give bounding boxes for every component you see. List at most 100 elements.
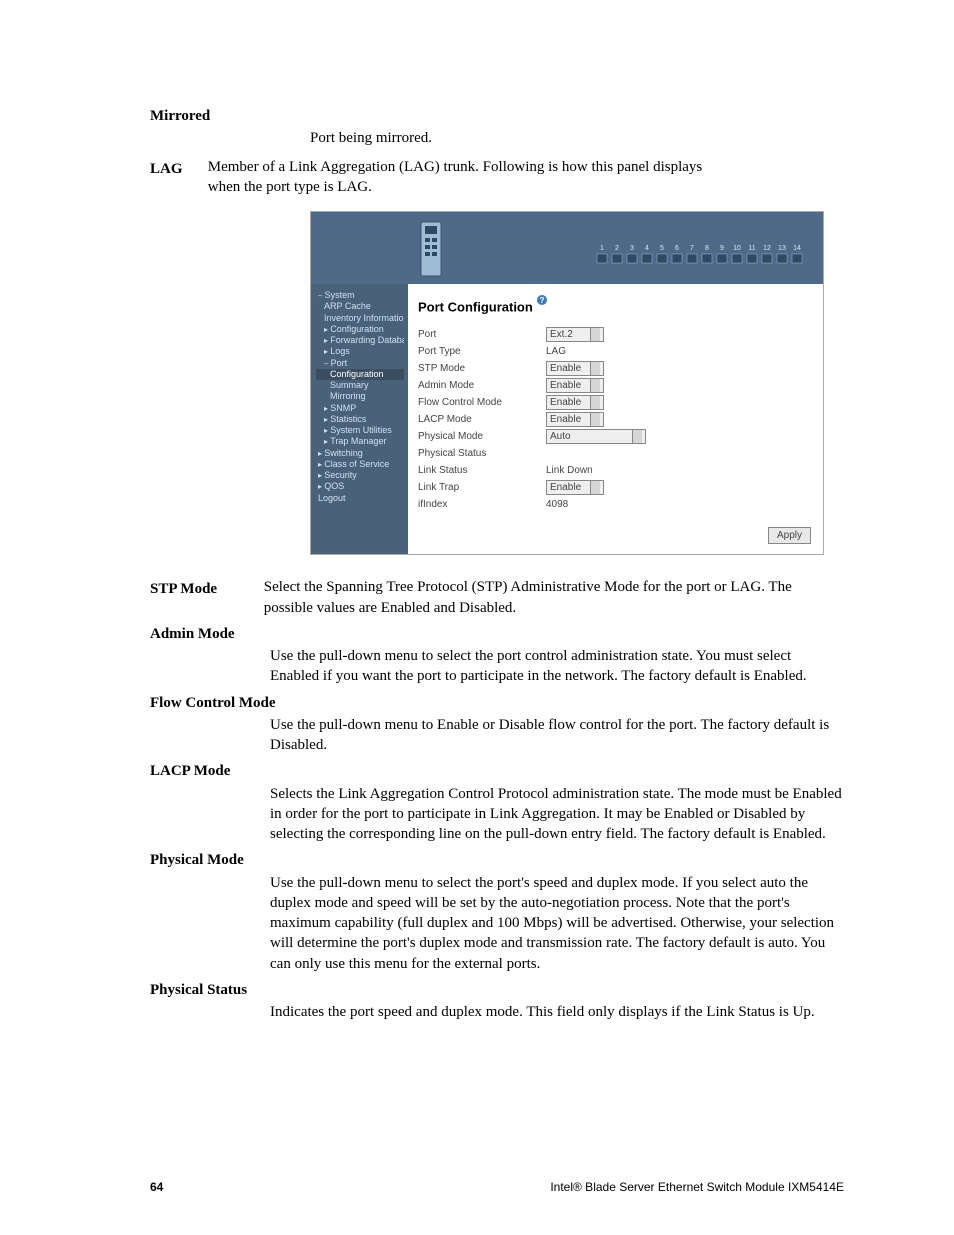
term-flowcontrol-desc: Use the pull-down menu to Enable or Disa… [270,715,844,756]
term-physicalstatus-desc: Indicates the port speed and duplex mode… [270,1002,844,1022]
sidebar-item[interactable]: Port [316,358,404,369]
port-number-label: 5 [660,245,664,252]
port-number-label: 9 [720,245,724,252]
port-slot-icon [762,254,772,263]
term-stpmode-desc: Select the Spanning Tree Protocol (STP) … [264,577,824,618]
page-footer: 64 Intel® Blade Server Ethernet Switch M… [150,1179,844,1195]
port-slot-icon [702,254,712,263]
physical_mode-select[interactable]: Auto [546,429,646,444]
admin_mode-select[interactable]: Enable [546,378,604,393]
sidebar-item[interactable]: Class of Service [316,459,404,470]
port-number-label: 14 [793,245,801,252]
term-lag-desc: Member of a Link Aggregation (LAG) trunk… [208,157,718,198]
field-label: LACP Mode [418,413,546,427]
form-row: Physical Status [418,445,811,462]
port-number-label: 4 [645,245,649,252]
port-slot-icon [612,254,622,263]
port-slot-icon [657,254,667,263]
switch-module-icon [419,220,443,278]
sidebar-item[interactable]: Forwarding Database [316,335,404,346]
port-configuration-screenshot: 1234567891011121314 SystemARP CacheInven… [310,211,824,555]
port-number-label: 11 [748,245,755,252]
field-label: ifIndex [418,498,546,512]
field-label: Link Status [418,464,546,478]
content-panel: Port Configuration ? PortExt.2Port TypeL… [408,284,823,554]
stp_mode-select[interactable]: Enable [546,361,604,376]
sidebar-item[interactable]: Logs [316,346,404,357]
sidebar-item[interactable]: ARP Cache [316,301,404,312]
port-slot-icon [747,254,757,263]
help-icon[interactable]: ? [536,294,548,306]
term-adminmode-label: Admin Mode [150,624,844,644]
sidebar-item[interactable]: Configuration [316,324,404,335]
port-number-label: 12 [763,245,771,252]
ifindex-value: 4098 [546,498,676,512]
form-row: PortExt.2 [418,326,811,343]
port-number-label: 8 [705,245,709,252]
field-label: Flow Control Mode [418,396,546,410]
sidebar-item[interactable]: Logout [316,493,404,504]
term-mirrored-label: Mirrored [150,106,844,126]
form-row: Admin ModeEnable [418,377,811,394]
term-mirrored-desc: Port being mirrored. [310,128,844,148]
term-physicalmode-label: Physical Mode [150,850,844,870]
term-stpmode-label: STP Mode [150,579,250,599]
form-row: Link StatusLink Down [418,462,811,479]
sidebar-item[interactable]: SNMP [316,403,404,414]
port-select[interactable]: Ext.2 [546,327,604,342]
sidebar-item[interactable]: Trap Manager [316,436,404,447]
field-label: Port [418,328,546,342]
panel-title: Port Configuration ? [418,294,811,316]
port-slot-icon [732,254,742,263]
form-row: STP ModeEnable [418,360,811,377]
form-row: LACP ModeEnable [418,411,811,428]
field-label: Physical Mode [418,430,546,444]
term-lacpmode-desc: Selects the Link Aggregation Control Pro… [270,784,844,845]
port-number-label: 2 [615,245,619,252]
sidebar-item[interactable]: System [316,290,404,301]
port-number-label: 3 [630,245,634,252]
port-slot-icon [717,254,727,263]
doc-title: Intel® Blade Server Ethernet Switch Modu… [550,1179,844,1195]
sidebar-item[interactable]: System Utilities [316,425,404,436]
apply-button[interactable]: Apply [768,527,811,545]
nav-sidebar: SystemARP CacheInventory InformationConf… [311,284,408,554]
panel-title-text: Port Configuration [418,299,533,314]
term-lag-label: LAG [150,159,204,179]
field-label: Port Type [418,345,546,359]
form-row: Link TrapEnable [418,479,811,496]
form-row: Flow Control ModeEnable [418,394,811,411]
term-adminmode-desc: Use the pull-down menu to select the por… [270,646,844,687]
port-number-label: 1 [600,245,604,252]
field-label: Physical Status [418,447,546,461]
port-number-label: 13 [778,245,786,252]
sidebar-item[interactable]: Switching [316,448,404,459]
port-slot-icon [687,254,697,263]
form-row: ifIndex4098 [418,496,811,513]
form-row: Physical ModeAuto [418,428,811,445]
port-slot-icon [672,254,682,263]
sidebar-item[interactable]: Mirroring [316,391,404,402]
port-slot-icon [642,254,652,263]
switch-ports-graphic: 1234567891011121314 [593,240,809,278]
port-slot-icon [777,254,787,263]
page-number: 64 [150,1179,163,1195]
link_trap-select[interactable]: Enable [546,480,604,495]
sidebar-item[interactable]: Summary [316,380,404,391]
sidebar-item[interactable]: Statistics [316,414,404,425]
field-label: STP Mode [418,362,546,376]
sidebar-item[interactable]: Security [316,470,404,481]
port-number-label: 10 [733,245,741,252]
sidebar-item[interactable]: Configuration [316,369,404,380]
flow_control-select[interactable]: Enable [546,395,604,410]
port-slot-icon [792,254,802,263]
sidebar-item[interactable]: QOS [316,481,404,492]
form-row: Port TypeLAG [418,343,811,360]
sidebar-item[interactable]: Inventory Information [316,313,404,324]
term-physicalstatus-label: Physical Status [150,980,844,1000]
port-number-label: 6 [675,245,679,252]
field-label: Admin Mode [418,379,546,393]
port-slot-icon [627,254,637,263]
lacp_mode-select[interactable]: Enable [546,412,604,427]
field-label: Link Trap [418,481,546,495]
